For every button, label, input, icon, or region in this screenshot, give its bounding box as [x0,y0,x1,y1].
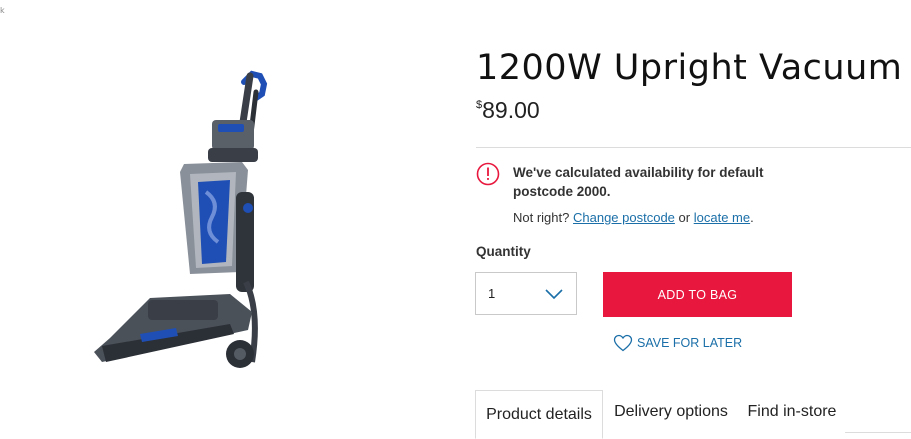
price-currency: $ [476,99,483,111]
chevron-down-icon [545,289,563,300]
quantity-value: 1 [488,286,496,301]
availability-message: We've calculated availability for defaul… [513,165,764,199]
not-right-text: Not right? [513,210,570,225]
save-for-later-button[interactable]: SAVE FOR LATER [613,334,742,352]
or-text: or [678,210,691,225]
add-to-bag-button[interactable]: ADD TO BAG [603,272,792,317]
corner-mark: k [0,6,5,15]
locate-me-link[interactable]: locate me [694,210,750,225]
product-tabs: Product details Delivery options Find in… [475,390,911,439]
quantity-select[interactable]: 1 [475,272,577,315]
product-title: 1200W Upright Vacuum [476,48,903,88]
quantity-label: Quantity [476,244,531,259]
period-text: . [750,210,754,225]
location-prompt: Not right? Change postcode or locate me. [513,210,754,225]
tab-find-in-store[interactable]: Find in-store [739,390,845,433]
tab-product-details[interactable]: Product details [475,390,603,439]
divider [476,147,911,148]
change-postcode-link[interactable]: Change postcode [573,210,675,225]
heart-icon [613,334,633,352]
save-for-later-label: SAVE FOR LATER [637,336,743,350]
product-image [94,70,268,368]
price-amount: 89.00 [482,97,540,123]
tab-delivery-options[interactable]: Delivery options [603,390,739,433]
price: $89.00 [476,97,540,124]
alert-icon [476,162,500,186]
